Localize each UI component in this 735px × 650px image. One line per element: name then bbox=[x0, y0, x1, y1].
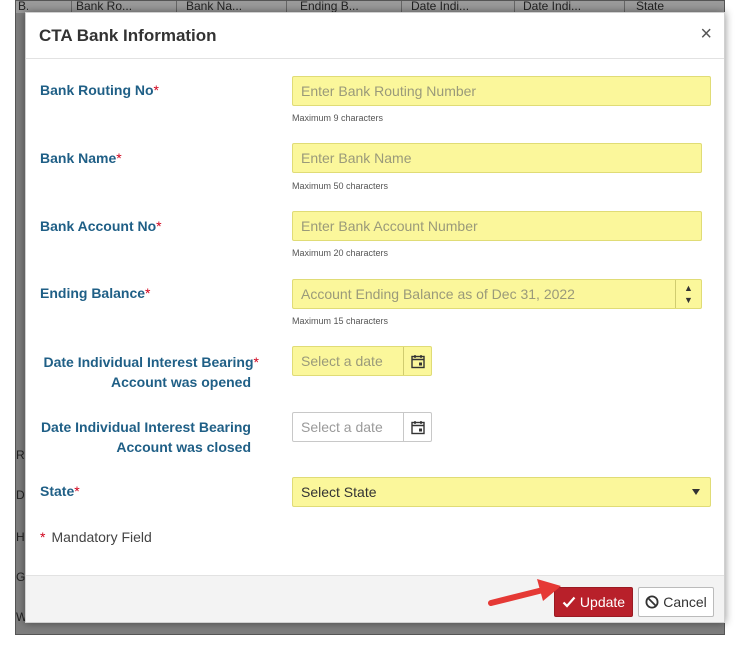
ending-balance-input[interactable]: Account Ending Balance as of Dec 31, 202… bbox=[292, 279, 702, 309]
state-label: State* bbox=[40, 483, 80, 499]
date-opened-label: Date Individual Interest Bearing* Accoun… bbox=[43, 354, 259, 390]
modal-footer: Update Cancel bbox=[26, 575, 724, 622]
calendar-icon[interactable] bbox=[403, 347, 431, 375]
bank-routing-input[interactable]: Enter Bank Routing Number bbox=[292, 76, 711, 106]
bank-account-input[interactable]: Enter Bank Account Number bbox=[292, 211, 702, 241]
bank-name-hint: Maximum 50 characters bbox=[292, 181, 389, 191]
bank-info-modal: CTA Bank Information × Bank Routing No* … bbox=[25, 12, 725, 623]
ending-balance-hint: Maximum 15 characters bbox=[292, 316, 389, 326]
annotation-arrow-icon bbox=[488, 579, 561, 606]
bank-name-input[interactable]: Enter Bank Name bbox=[292, 143, 702, 173]
number-stepper[interactable]: ▲ ▼ bbox=[675, 280, 701, 308]
date-closed-input[interactable]: Select a date bbox=[292, 412, 432, 442]
cancel-button-label: Cancel bbox=[663, 594, 707, 610]
bank-name-label: Bank Name* bbox=[40, 150, 122, 166]
chevron-down-icon bbox=[692, 489, 700, 495]
close-button[interactable]: × bbox=[700, 23, 712, 45]
date-opened-input[interactable]: Select a date bbox=[292, 346, 432, 376]
bank-account-hint: Maximum 20 characters bbox=[292, 248, 389, 258]
date-closed-label: Date Individual Interest Bearing Account… bbox=[40, 419, 251, 455]
ending-balance-label: Ending Balance* bbox=[40, 285, 151, 301]
bank-routing-hint: Maximum 9 characters bbox=[292, 113, 384, 123]
ban-icon bbox=[645, 595, 659, 609]
mandatory-note: * Mandatory Field bbox=[40, 529, 152, 545]
update-button[interactable]: Update bbox=[554, 587, 633, 617]
modal-title: CTA Bank Information bbox=[39, 26, 217, 45]
stepper-up-icon[interactable]: ▲ bbox=[676, 282, 701, 294]
calendar-icon[interactable] bbox=[403, 413, 431, 441]
cancel-button[interactable]: Cancel bbox=[638, 587, 714, 617]
stepper-down-icon[interactable]: ▼ bbox=[676, 294, 701, 306]
bank-account-label: Bank Account No* bbox=[40, 218, 162, 234]
update-button-label: Update bbox=[579, 594, 626, 610]
bank-routing-label: Bank Routing No* bbox=[40, 82, 159, 98]
modal-header: CTA Bank Information × bbox=[26, 13, 724, 59]
state-select[interactable]: Select State bbox=[292, 477, 711, 507]
